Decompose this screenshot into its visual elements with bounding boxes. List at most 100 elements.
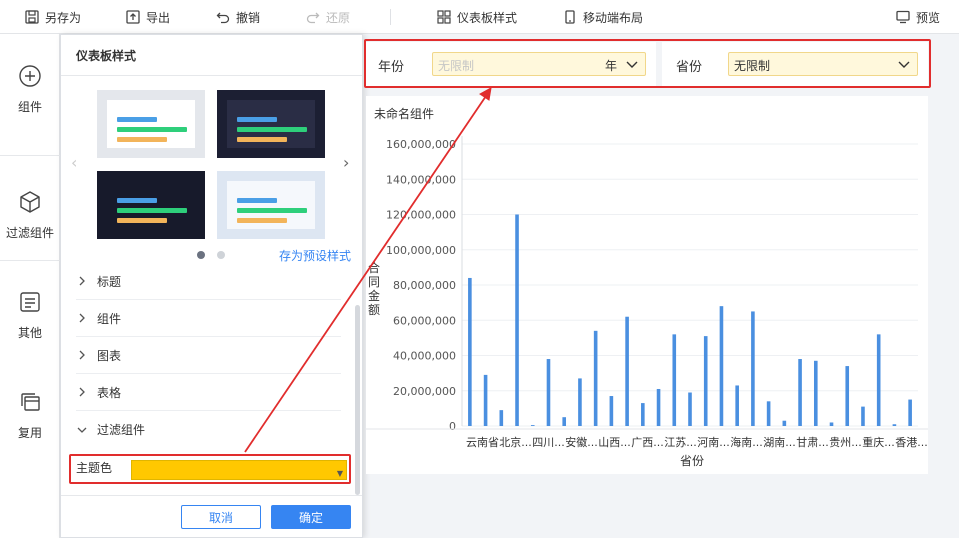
bar — [782, 420, 787, 426]
y-axis-title-char: 合 — [368, 260, 380, 275]
style-thumb-dark-blue[interactable] — [97, 171, 205, 239]
cancel-button[interactable]: 取消 — [181, 505, 261, 529]
bar — [641, 403, 645, 426]
chevron-right-icon — [76, 313, 88, 323]
redo-label: 还原 — [326, 10, 351, 25]
x-tick-label: 香港... — [895, 436, 928, 449]
rail-item-other[interactable]: 其他 — [0, 290, 60, 341]
rail-item-label: 组件 — [17, 100, 42, 114]
bar — [578, 378, 582, 426]
undo-button[interactable]: 撤销 — [215, 0, 260, 34]
section-title[interactable]: 标题 — [76, 263, 341, 300]
export-label: 导出 — [146, 10, 171, 25]
redo-icon — [305, 9, 321, 25]
rail-item-label: 复用 — [17, 426, 42, 440]
section-label: 标题 — [97, 274, 122, 289]
redo-button[interactable]: 还原 — [305, 0, 350, 34]
y-tick-label: 60,000,000 — [393, 314, 456, 327]
x-tick-label: 重庆... — [862, 435, 895, 449]
thumb-bar — [237, 208, 307, 213]
section-chart[interactable]: 图表 — [76, 337, 341, 374]
x-tick-label: 广西... — [631, 436, 664, 449]
thumb-bar — [237, 137, 287, 142]
cube-icon — [20, 191, 40, 213]
rail-divider — [0, 155, 60, 156]
bar — [546, 359, 551, 426]
export-button[interactable]: 导出 — [125, 0, 170, 34]
chevron-down-icon — [76, 426, 88, 434]
rail-item-reuse[interactable]: 复用 — [0, 390, 60, 441]
panel-scrollbar[interactable] — [355, 305, 360, 495]
bar — [688, 392, 692, 426]
preview-button[interactable]: 预览 — [895, 0, 940, 34]
x-tick-label: 四川... — [532, 436, 565, 449]
section-table[interactable]: 表格 — [76, 374, 341, 411]
thumb-bar — [237, 218, 287, 223]
bar — [499, 410, 504, 426]
y-tick-label: 100,000,000 — [386, 244, 456, 257]
rail-item-label: 其他 — [17, 326, 42, 340]
thumb-bar — [117, 208, 187, 213]
style-thumb-light-blue[interactable] — [217, 171, 325, 239]
thumb-bar — [117, 137, 167, 142]
rail-item-filter-components[interactable]: 过滤组件 — [0, 190, 60, 241]
section-label: 表格 — [97, 385, 122, 400]
x-tick-label: 海南... — [730, 435, 763, 449]
preview-label: 预览 — [916, 10, 941, 25]
thumb-bar — [237, 117, 277, 122]
x-axis-title: 省份 — [680, 454, 704, 468]
ok-button[interactable]: 确定 — [271, 505, 351, 529]
section-component[interactable]: 组件 — [76, 300, 341, 337]
save-icon — [24, 9, 40, 25]
rail-item-label: 过滤组件 — [5, 226, 54, 240]
bar — [892, 424, 897, 426]
bar — [483, 374, 488, 426]
style-thumb-light[interactable] — [97, 90, 205, 158]
chevron-right-icon — [76, 276, 88, 286]
y-axis-title-char: 同 — [368, 275, 380, 289]
panel-footer-divider — [61, 495, 362, 496]
bar — [515, 214, 519, 426]
bar — [609, 396, 614, 426]
y-tick-label: 120,000,000 — [386, 209, 456, 222]
section-filter-component[interactable]: 过滤组件 — [76, 411, 341, 448]
bar — [766, 401, 771, 426]
save-preset-link[interactable]: 存为预设样式 — [279, 247, 351, 264]
section-label: 组件 — [97, 311, 122, 326]
dashboard-style-label: 仪表板样式 — [457, 10, 518, 25]
x-tick-label: 江苏... — [664, 436, 697, 449]
text-box-icon — [20, 292, 40, 312]
save-as-button[interactable]: 另存为 — [24, 0, 81, 34]
x-tick-label: 安徽... — [565, 435, 598, 449]
carousel-dot-active[interactable] — [197, 251, 205, 259]
carousel-dot[interactable] — [217, 251, 225, 259]
chevron-right-icon — [76, 387, 88, 397]
carousel-prev-icon[interactable]: ‹ — [71, 153, 77, 172]
y-tick-label: 20,000,000 — [393, 385, 456, 398]
thumb-bar — [117, 218, 167, 223]
carousel-next-icon[interactable]: › — [343, 153, 349, 172]
thumb-bar — [117, 198, 157, 203]
bar — [798, 359, 802, 426]
chart-widget[interactable]: 未命名组件 0 20,000,000 40,000,000 60,000,000 80,… — [366, 96, 928, 474]
x-tick-label: 甘肃... — [796, 436, 829, 449]
rail-item-components[interactable]: 组件 — [0, 64, 60, 115]
bar — [530, 425, 535, 426]
bar — [625, 316, 629, 426]
bar — [751, 311, 755, 426]
y-axis-title-char: 额 — [368, 303, 380, 317]
style-thumb-dark[interactable] — [217, 90, 325, 158]
toolbar-divider — [390, 9, 391, 25]
thumb-bar — [117, 117, 157, 122]
rail-divider — [0, 260, 60, 261]
bar — [562, 417, 567, 426]
bar — [672, 334, 677, 426]
mobile-layout-button[interactable]: 移动端布局 — [562, 0, 643, 34]
bar — [656, 388, 661, 426]
section-label: 图表 — [97, 348, 122, 363]
toolbar: 另存为 导出 撤销 还原 仪表板样式 移动端布局 预览 — [0, 0, 959, 34]
x-tick-label: 云南省 — [466, 436, 499, 449]
y-tick-label: 140,000,000 — [386, 173, 456, 186]
bar — [829, 422, 834, 426]
dashboard-style-button[interactable]: 仪表板样式 — [436, 0, 517, 34]
